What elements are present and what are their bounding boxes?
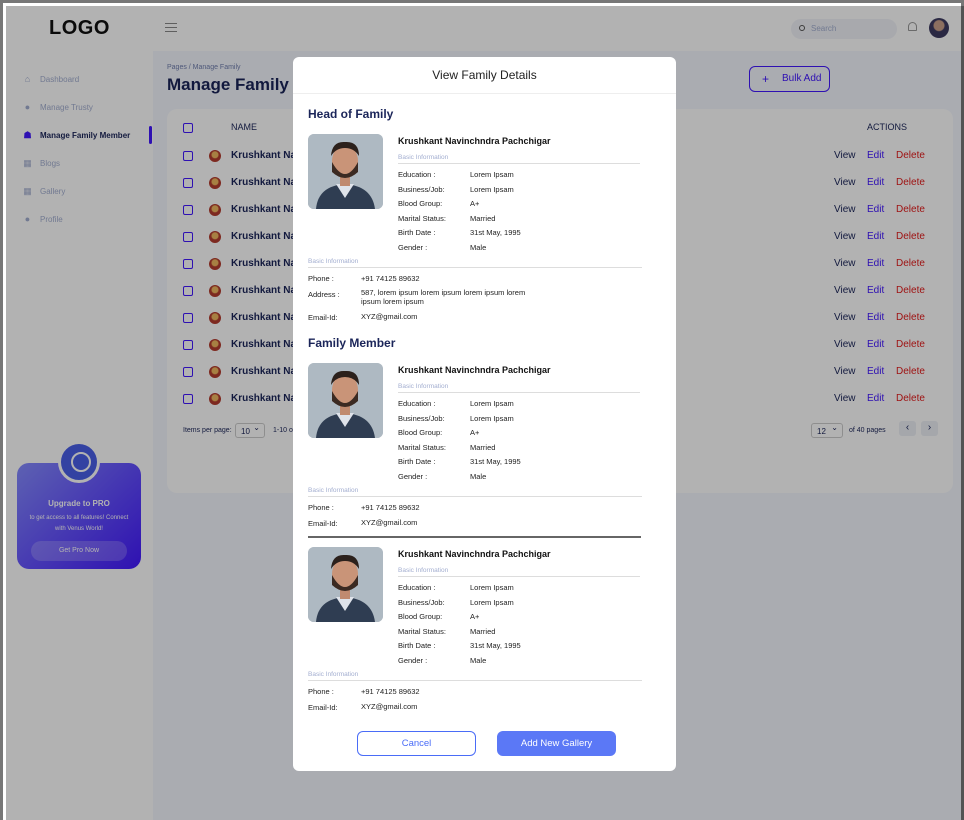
field-label: Gender : — [398, 472, 428, 481]
field-label: Marital Status: — [398, 213, 446, 223]
field-value: A+ — [470, 428, 480, 438]
phone-value: +91 74125 89632 — [361, 687, 420, 696]
field-value: 31st May, 1995 — [470, 457, 521, 467]
section-title-head: Head of Family — [308, 107, 394, 121]
field-label: Marital Status: — [398, 442, 446, 452]
member-photo — [308, 547, 383, 622]
section-title-members: Family Member — [308, 336, 396, 350]
member-divider — [308, 536, 641, 538]
contact-information-label: Basic Information — [308, 487, 642, 497]
app-window: LOGO Search ⌂ Dashboard ● Manage Trusty ☗ M… — [0, 0, 964, 820]
email-label: Email-Id: — [308, 519, 338, 528]
basic-information-label: Basic Information — [398, 567, 640, 577]
field-value: Lorem Ipsam — [470, 597, 514, 607]
phone-label: Phone : — [308, 687, 334, 696]
field-label: Blood Group: — [398, 199, 443, 209]
member-full-name: Krushkant Navinchndra Pachchigar — [398, 136, 551, 146]
field-value: Lorem Ipsam — [470, 184, 514, 194]
field-value: Married — [470, 626, 496, 636]
member-photo — [308, 134, 383, 209]
cancel-button[interactable]: Cancel — [357, 731, 476, 756]
email-label: Email-Id: — [308, 703, 338, 712]
field-value: Male — [470, 243, 487, 252]
member-full-name: Krushkant Navinchndra Pachchigar — [398, 365, 551, 375]
field-label: Education : — [398, 170, 436, 179]
address-value: 587, lorem ipsum lorem ipsum lorem ipsum… — [361, 288, 526, 306]
field-label: Gender : — [398, 656, 428, 665]
email-value: XYZ@gmail.com — [361, 312, 418, 321]
field-label: Blood Group: — [398, 428, 443, 438]
contact-information-label: Basic Information — [308, 258, 642, 268]
field-label: Gender : — [398, 243, 428, 252]
address-label: Address : — [308, 290, 340, 299]
email-label: Email-Id: — [308, 313, 338, 322]
field-label: Education : — [398, 583, 436, 592]
field-value: Male — [470, 472, 487, 481]
field-label: Business/Job: — [398, 184, 445, 194]
modal-title: View Family Details — [432, 68, 537, 82]
field-label: Birth Date : — [398, 457, 436, 467]
field-value: Lorem Ipsam — [470, 170, 514, 179]
email-value: XYZ@gmail.com — [361, 702, 418, 711]
phone-label: Phone : — [308, 274, 334, 283]
email-value: XYZ@gmail.com — [361, 518, 418, 527]
field-value: Lorem Ipsam — [470, 399, 514, 408]
field-value: Lorem Ipsam — [470, 413, 514, 423]
field-value: 31st May, 1995 — [470, 228, 521, 238]
phone-value: +91 74125 89632 — [361, 503, 420, 512]
field-value: A+ — [470, 199, 480, 209]
field-value: A+ — [470, 612, 480, 622]
field-label: Business/Job: — [398, 413, 445, 423]
basic-information-label: Basic Information — [398, 383, 640, 393]
field-label: Marital Status: — [398, 626, 446, 636]
field-value: Married — [470, 442, 496, 452]
field-label: Business/Job: — [398, 597, 445, 607]
field-value: 31st May, 1995 — [470, 641, 521, 651]
field-label: Education : — [398, 399, 436, 408]
field-label: Birth Date : — [398, 228, 436, 238]
phone-label: Phone : — [308, 503, 334, 512]
basic-information-label: Basic Information — [398, 154, 640, 164]
phone-value: +91 74125 89632 — [361, 274, 420, 283]
field-value: Male — [470, 656, 487, 665]
field-value: Lorem Ipsam — [470, 583, 514, 592]
member-photo — [308, 363, 383, 438]
field-label: Blood Group: — [398, 612, 443, 622]
field-value: Married — [470, 213, 496, 223]
family-details-modal: View Family Details Head of Family Krush… — [293, 57, 676, 771]
contact-information-label: Basic Information — [308, 671, 642, 681]
divider — [293, 93, 676, 94]
member-full-name: Krushkant Navinchndra Pachchigar — [398, 549, 551, 559]
add-new-gallery-button[interactable]: Add New Gallery — [497, 731, 616, 756]
field-label: Birth Date : — [398, 641, 436, 651]
